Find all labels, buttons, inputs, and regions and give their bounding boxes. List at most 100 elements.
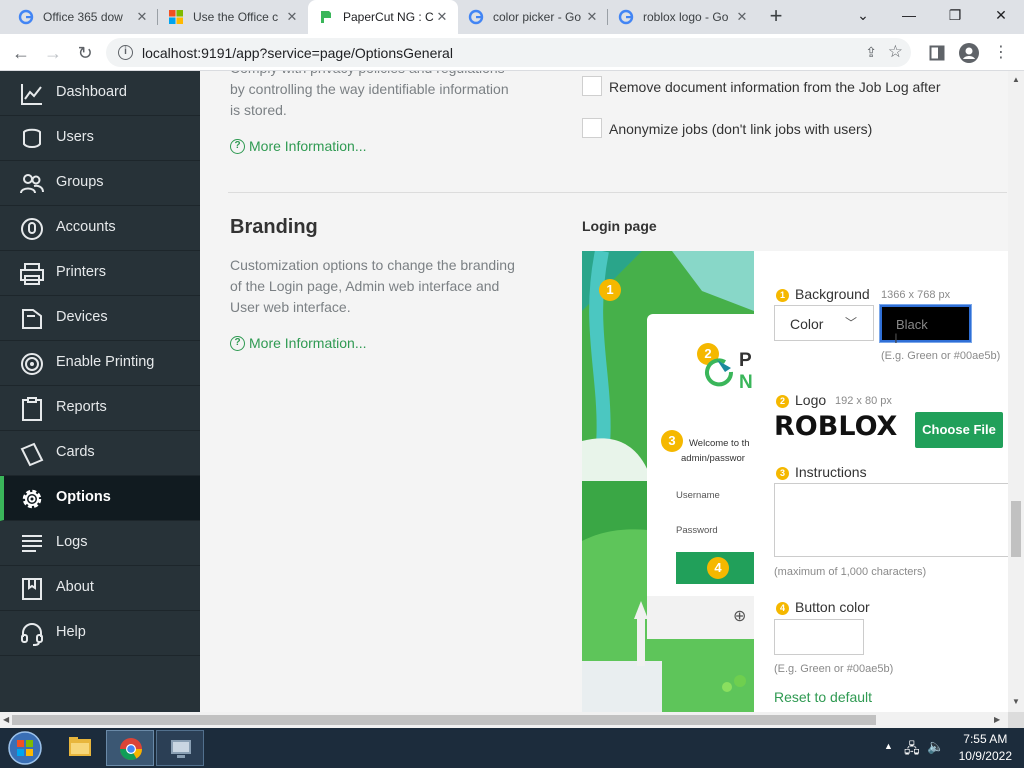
browser-tab-active[interactable]: PaperCut NG : C ✕ [308,0,458,34]
login-page-preview: 1 2 P N 3 Welcome to th admin/passwor Us… [582,251,754,712]
close-icon[interactable]: ✕ [434,9,450,25]
preview-badge: 3 [661,430,683,452]
choose-file-button[interactable]: Choose File [915,412,1003,448]
button-color-hint: (E.g. Green or #00ae5b) [774,663,894,675]
side-panel-icon[interactable] [926,42,948,64]
sidebar: Dashboard Users Groups Accounts Printers… [0,71,200,712]
reload-button[interactable]: ↻ [72,40,98,66]
sidebar-item-reports[interactable]: Reports [0,386,200,431]
volume-icon[interactable]: 🔈 [927,738,944,755]
new-tab-button[interactable]: + [764,5,788,29]
browser-tab[interactable]: roblox logo - Go ✕ [608,0,758,34]
sidebar-item-devices[interactable]: Devices [0,296,200,341]
network-icon[interactable]: 🖧 [904,738,920,762]
background-label-text: Background [795,286,870,302]
sidebar-item-enable-printing[interactable]: Enable Printing [0,341,200,386]
preview-username-label: Username [676,490,720,501]
show-hidden-icons[interactable]: ▲ [884,741,893,751]
clock-time: 7:55 AM [963,732,1008,746]
sidebar-item-label: About [56,579,94,595]
browser-tab[interactable]: Use the Office c ✕ [158,0,308,34]
step-badge: 2 [776,394,789,408]
remove-doc-info-checkbox[interactable] [582,76,602,96]
sidebar-item-cards[interactable]: Cards [0,431,200,476]
restore-button[interactable]: ❐ [932,0,978,30]
branding-description: Customization options to change the bran… [230,255,515,318]
privacy-more-info-link[interactable]: ? More Information... [230,138,367,154]
taskbar-chrome[interactable] [106,730,154,766]
horizontal-scroll-thumb[interactable] [12,715,876,725]
vertical-scrollbar[interactable]: ▲ ▼ [1008,71,1024,712]
sidebar-item-logs[interactable]: Logs [0,521,200,566]
help-circle-icon: ? [230,138,245,154]
url-text[interactable]: localhost:9191/app?service=page/OptionsG… [142,45,453,61]
preview-welcome-line: admin/passwor [681,453,745,464]
branding-desc-line: Customization options to change the bran… [230,257,515,273]
window-close-button[interactable]: ✕ [978,0,1024,30]
sidebar-item-users[interactable]: Users [0,116,200,161]
anonymize-jobs-checkbox[interactable] [582,118,602,138]
instructions-textarea[interactable] [774,483,1008,557]
scroll-right-arrow-icon[interactable]: ▶ [994,715,1000,724]
site-info-icon[interactable]: i [118,45,133,60]
menu-kebab-icon[interactable]: ⋮ [990,42,1012,64]
browser-tab-strip: Office 365 dow ✕ Use the Office c ✕ Pape… [0,0,1024,34]
vertical-scroll-thumb[interactable] [1011,501,1021,557]
sidebar-item-label: Help [56,624,86,640]
minimize-button[interactable]: — [886,0,932,30]
google-icon [618,9,634,25]
start-button[interactable] [6,729,46,767]
google-icon [18,9,34,25]
taskbar-app[interactable] [156,730,204,766]
branding-desc-line: of the Login page, Admin web interface a… [230,278,500,294]
preview-password-label: Password [676,525,718,536]
clock-date: 10/9/2022 [958,749,1012,763]
sidebar-item-accounts[interactable]: Accounts [0,206,200,251]
profile-icon[interactable] [958,42,980,64]
button-color-input[interactable] [774,619,864,655]
piggybank-icon [21,218,43,240]
scroll-up-arrow-icon[interactable]: ▲ [1012,75,1020,84]
tab-title: Office 365 dow [43,10,123,24]
tab-title: color picker - Go [493,10,582,24]
close-icon[interactable]: ✕ [284,9,300,25]
sidebar-item-label: Reports [56,399,107,415]
back-button[interactable]: ← [8,40,34,66]
scrollbar-corner [1008,712,1024,728]
browser-tab[interactable]: Office 365 dow ✕ [8,0,158,34]
scroll-down-arrow-icon[interactable]: ▼ [1012,697,1020,706]
close-icon[interactable]: ✕ [584,9,600,25]
chrome-icon [120,738,142,760]
background-type-select[interactable]: Color ﹀ [774,305,874,341]
bookmark-star-icon[interactable]: ☆ [888,42,903,62]
sidebar-item-help[interactable]: Help [0,611,200,656]
scroll-left-arrow-icon[interactable]: ◀ [3,715,9,724]
preview-login-card: 2 P N 3 Welcome to th admin/passwor User… [647,314,754,639]
sidebar-item-dashboard[interactable]: Dashboard [0,71,200,116]
horizontal-scrollbar[interactable]: ◀ ▶ [0,712,1008,728]
user-icon [23,128,41,148]
logo-label-text: Logo [795,392,827,408]
branding-more-info-link[interactable]: ? More Information... [230,335,367,351]
system-clock[interactable]: 7:55 AM 10/9/2022 [959,731,1012,765]
reset-to-default-link[interactable]: Reset to default [774,689,872,705]
share-icon[interactable]: ⇪ [865,44,877,61]
taskbar-explorer[interactable] [56,730,104,766]
sidebar-item-groups[interactable]: Groups [0,161,200,206]
button-color-label-text: Button color [795,599,870,615]
browser-tab[interactable]: color picker - Go ✕ [458,0,608,34]
privacy-desc-line: Comply with privacy policies and regulat… [230,71,509,79]
sidebar-item-label: Groups [56,174,104,190]
forward-button[interactable]: → [40,40,66,66]
close-icon[interactable]: ✕ [134,9,150,25]
address-bar[interactable]: i localhost:9191/app?service=page/Option… [106,38,911,67]
sidebar-item-about[interactable]: About [0,566,200,611]
tab-search-icon[interactable]: ⌄ [840,0,886,30]
close-icon[interactable]: ✕ [734,9,750,25]
privacy-desc-line: is stored. [230,102,287,118]
sidebar-item-printers[interactable]: Printers [0,251,200,296]
sidebar-item-label: Logs [56,534,88,550]
sidebar-item-options[interactable]: Options [0,476,200,521]
instructions-hint: (maximum of 1,000 characters) [774,566,927,578]
chevron-down-icon: ﹀ [845,316,858,330]
